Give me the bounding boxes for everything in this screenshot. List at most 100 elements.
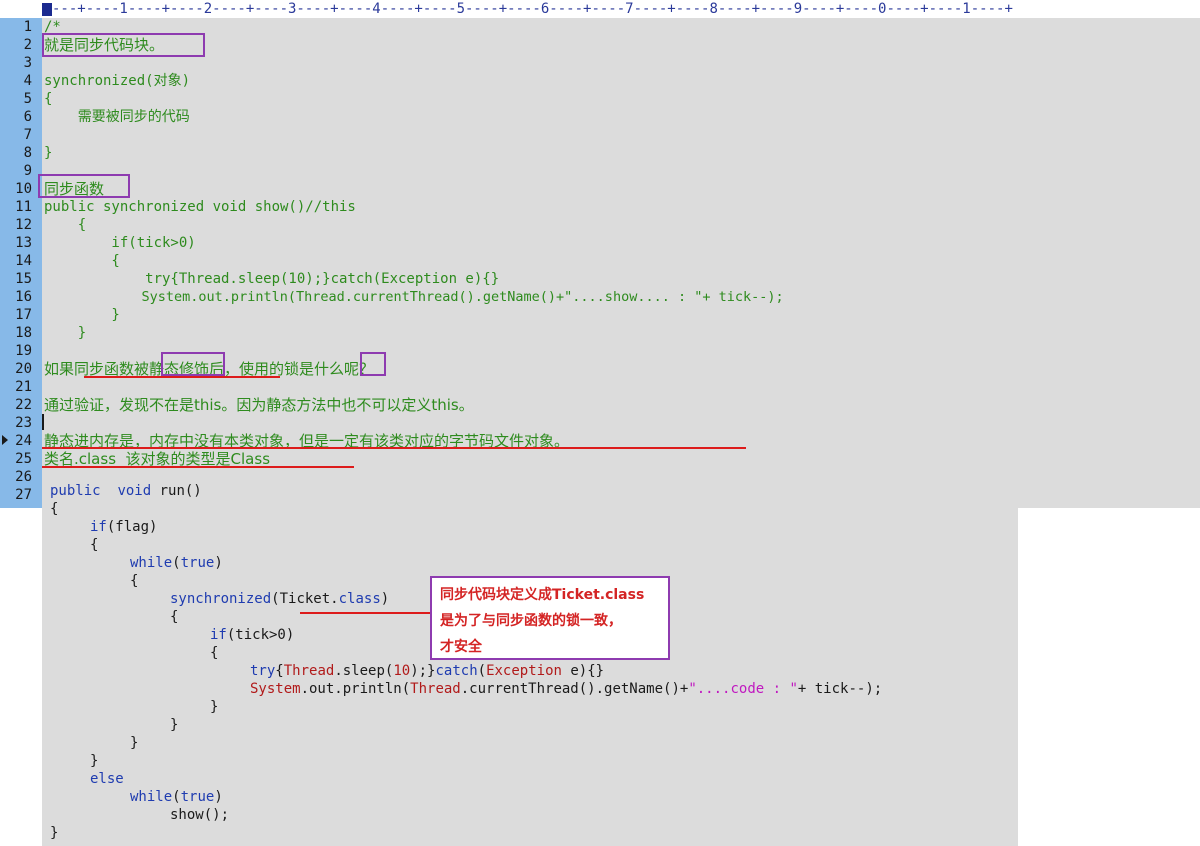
string-code: "....code : " [688,681,798,697]
code-line-6: 需要被同步的代码 [44,109,190,125]
code-line-17: } [44,307,120,323]
method-sleep: .sleep( [334,663,394,679]
run-line-show-call: show(); [170,807,230,823]
annotation-note: 同步代码块定义成Ticket.class 是为了与同步函数的锁一致， 才安全 [430,576,670,660]
run-line-synchronized: synchronized(Ticket.class) [170,591,390,607]
underline-ticket-class [300,612,430,614]
method-println: .out.println( [300,681,411,697]
line-number: 3 [23,55,32,71]
class-ticket: Ticket [279,591,331,607]
line-number: 18 [15,325,32,341]
line-number: 7 [23,127,32,143]
tick-condition: (tick>0) [226,627,295,643]
code-line-15: try{Thread.sleep(10);}catch(Exception e)… [44,271,500,287]
line-number: 6 [23,109,32,125]
run-line-close-brace: } [130,735,139,751]
line-number: 14 [15,253,32,269]
keyword-class: class [338,591,381,607]
line-number: 5 [23,91,32,107]
if-condition: (flag) [106,519,158,535]
keyword-synchronized: synchronized [170,591,272,607]
code-line-8: } [44,145,53,161]
ruler-cursor-marker [42,3,52,16]
code-line-22: 通过验证，发现不在是this。因为静态方法中也不可以定义this。 [44,396,474,414]
highlight-box-lock [360,352,386,376]
note-line-3: 才安全 [440,639,482,655]
keyword-true: true [180,789,215,805]
run-line-while-2: while(true) [130,789,223,805]
run-line-brace: { [210,645,219,661]
class-thread: Thread [410,681,461,697]
line-number: 17 [15,307,32,323]
code-line-5: { [44,91,53,107]
line-number: 19 [15,343,32,359]
line-number: 25 [15,451,32,467]
line-number: 4 [23,73,32,89]
keyword-try: try [250,663,276,679]
run-line-close-brace: } [90,753,99,769]
keyword-while: while [130,555,173,571]
method-run: run() [159,483,202,499]
line-number: 11 [15,199,32,215]
line-number: 20 [15,361,32,377]
run-line-if-tick: if(tick>0) [210,626,294,644]
method-current-thread: .currentThread().getName()+ [460,681,689,697]
keyword-if: if [90,519,107,535]
run-line-brace: { [90,537,99,553]
line-number-gutter: 1 2 3 4 5 6 7 8 9 10 11 12 13 14 15 16 1… [0,18,42,508]
keyword-catch: catch [435,663,478,679]
keyword-if: if [210,627,227,643]
column-ruler: ---+----1----+----2----+----3----+----4-… [0,0,1200,19]
keyword-void: void [117,483,152,499]
code-line-12: { [44,217,87,233]
number-10: 10 [393,663,411,679]
highlight-box-sync-function [38,174,130,198]
line-number: 23 [15,415,32,431]
exception-var: e){} [570,663,605,679]
run-line-signature: public void run() [50,482,202,500]
keyword-true: true [180,555,215,571]
line-number: 1 [23,19,32,35]
underline-class-type [42,466,354,468]
code-line-16: System.out.println(Thread.currentThread(… [44,289,784,305]
underline-static-sync [84,376,280,378]
code-line-18: } [44,325,87,341]
run-line-brace: { [130,573,139,589]
text-cursor [42,414,44,430]
run-line-close-brace: } [50,825,59,841]
line-number: 21 [15,379,32,395]
code-line-4: synchronized(对象) [44,73,191,89]
highlight-box-sync-block [42,33,205,57]
run-line-try-sleep: try{Thread.sleep(10);}catch(Exception e)… [250,663,605,679]
class-thread: Thread [283,663,335,679]
underline-static-memory [42,447,746,449]
class-system: System [250,681,301,697]
keyword-public: public [50,483,101,499]
run-line-open-brace: { [50,501,59,517]
current-line-arrow-icon [2,435,8,445]
run-line-println: System.out.println(Thread.currentThread(… [250,680,882,698]
line-number: 8 [23,145,32,161]
line-number: 16 [15,289,32,305]
run-line-brace: { [170,609,179,625]
note-line-1: 同步代码块定义成Ticket.class [440,587,645,603]
line-number: 13 [15,235,32,251]
highlight-box-static [161,352,225,376]
code-line-14: { [44,253,120,269]
run-line-if-flag: if(flag) [90,518,157,536]
line-number: 9 [23,163,32,179]
line-number: 10 [15,181,32,197]
run-line-while: while(true) [130,555,223,571]
line-number: 12 [15,217,32,233]
line-number: 22 [15,397,32,413]
tick-decrement: + tick--); [797,681,883,697]
code-line-13: if(tick>0) [44,235,196,251]
run-line-close-brace: } [210,699,219,715]
line-number: 2 [23,37,32,53]
run-line-else: else [90,771,124,787]
run-line-close-brace: } [170,717,179,733]
line-number: 15 [15,271,32,287]
note-line-2: 是为了与同步函数的锁一致， [440,613,622,629]
line-number: 26 [15,469,32,485]
keyword-while: while [130,789,173,805]
